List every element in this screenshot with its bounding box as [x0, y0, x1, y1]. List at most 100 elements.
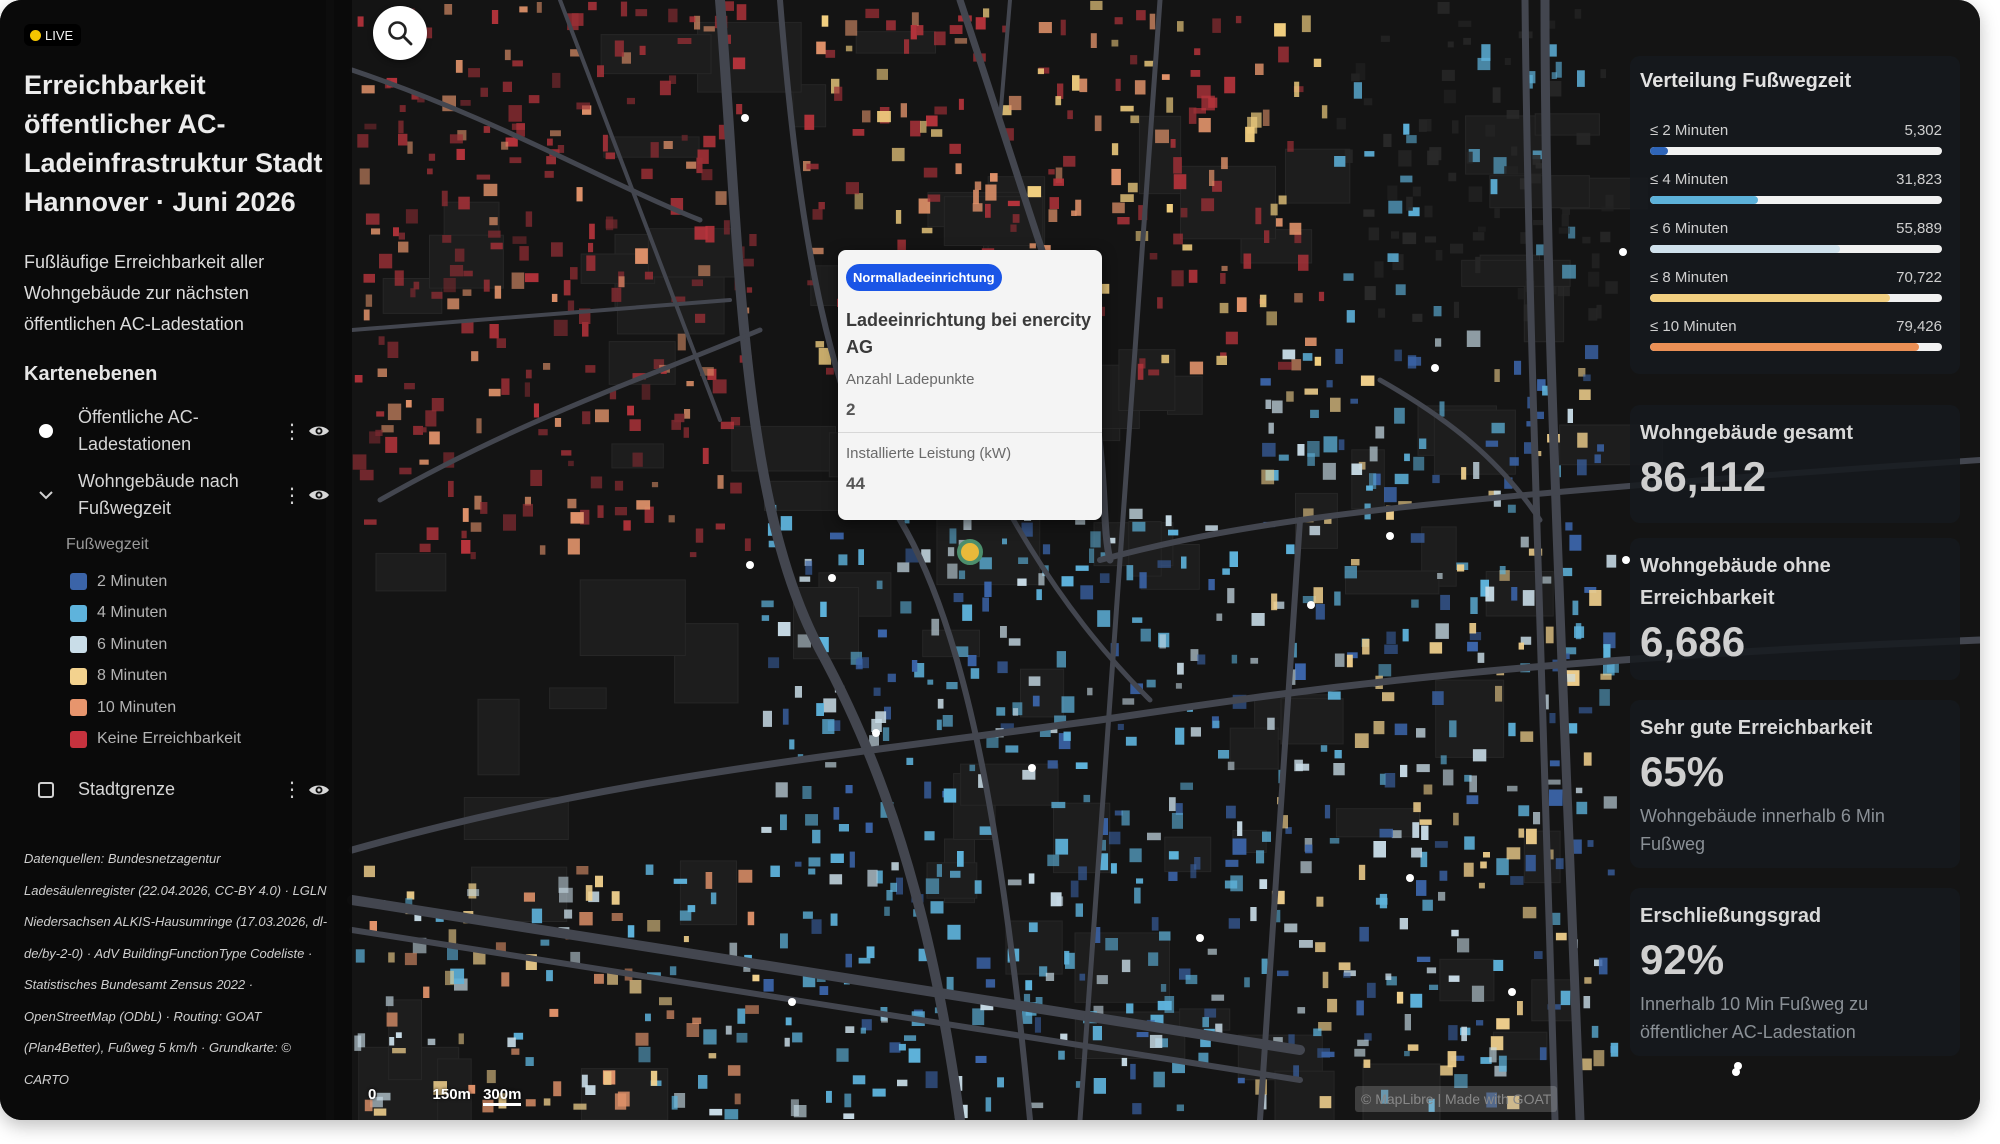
building [819, 986, 829, 995]
building [1360, 375, 1375, 386]
building [1561, 214, 1569, 227]
building [586, 255, 596, 271]
charging-station-dot [1508, 988, 1516, 996]
building [891, 147, 905, 162]
building [494, 285, 502, 299]
layer-row-city-boundary[interactable]: Stadtgrenze ⋮ [24, 776, 336, 803]
building [611, 287, 622, 302]
building [1411, 599, 1419, 608]
building [1504, 166, 1519, 175]
building [1295, 663, 1306, 680]
building [1278, 361, 1292, 370]
building [942, 715, 953, 727]
more-options-icon[interactable]: ⋮ [282, 777, 302, 802]
building [780, 516, 793, 531]
building [405, 400, 412, 408]
building [1463, 37, 1471, 45]
layer-row-buildings[interactable]: Wohngebäude nach Fußwegzeit ⋮ [24, 468, 336, 522]
power-label: Installierte Leistung (kW) [846, 445, 1012, 462]
distribution-bar-fill [1650, 343, 1920, 351]
building [865, 822, 873, 833]
chevron-down-icon[interactable] [24, 490, 68, 500]
more-options-icon[interactable]: ⋮ [282, 483, 302, 508]
building [1134, 80, 1146, 95]
building [812, 829, 821, 844]
building [381, 425, 394, 433]
building [1551, 72, 1557, 79]
building [1315, 604, 1325, 620]
building [792, 1032, 803, 1043]
charging-station-dot [746, 561, 754, 569]
building [1353, 82, 1362, 99]
building [1404, 453, 1410, 462]
building [1432, 691, 1444, 705]
legend-item: Keine Erreichbarkeit [70, 724, 241, 756]
building [1589, 590, 1602, 606]
building [581, 1074, 588, 1088]
building [540, 939, 550, 946]
building [1297, 444, 1305, 456]
distribution-bar [1650, 343, 1942, 351]
building [393, 227, 399, 237]
building [703, 26, 715, 32]
layer-row-charging-stations[interactable]: Öffentliche AC-Ladestationen ⋮ [24, 404, 336, 458]
building [1275, 218, 1283, 227]
building [365, 213, 380, 225]
building [1231, 654, 1238, 664]
building [946, 976, 954, 991]
building [1028, 873, 1035, 884]
building [1127, 182, 1138, 193]
building [1492, 87, 1501, 103]
building [1314, 356, 1322, 366]
building [852, 1075, 866, 1085]
distribution-row: ≤ 6 Minuten 55,889 [1650, 220, 1942, 253]
building [889, 1042, 901, 1053]
map-attribution[interactable]: © MapLibre | Made with GOAT [1355, 1086, 1558, 1112]
building [724, 1109, 739, 1120]
eye-icon[interactable] [302, 424, 336, 438]
building [1034, 1017, 1041, 1033]
eye-icon[interactable] [302, 488, 336, 502]
building [1443, 89, 1456, 104]
building [567, 538, 580, 555]
building [1594, 454, 1601, 464]
building [1582, 1058, 1592, 1071]
building [590, 476, 603, 489]
building [1083, 794, 1091, 803]
building [568, 460, 574, 467]
building [1294, 81, 1300, 97]
selected-station-marker[interactable] [957, 539, 983, 565]
building [1440, 755, 1447, 765]
scale-zero: 0 [368, 1086, 377, 1103]
building [1447, 1051, 1457, 1068]
building [444, 4, 453, 15]
building [855, 658, 863, 670]
building [886, 890, 893, 901]
building [822, 719, 835, 734]
building [715, 523, 725, 530]
building [579, 912, 593, 926]
building [1491, 422, 1505, 434]
checkbox[interactable] [38, 781, 54, 798]
eye-icon[interactable] [302, 783, 336, 797]
building [1038, 573, 1045, 586]
building [352, 454, 367, 470]
building [427, 168, 433, 175]
building [985, 203, 991, 218]
building [694, 226, 708, 240]
building [849, 851, 855, 868]
building [629, 419, 641, 431]
building [386, 1012, 398, 1027]
building [1519, 178, 1525, 190]
building [745, 1005, 759, 1014]
building [1334, 653, 1345, 667]
building [1378, 664, 1392, 677]
layer-label: Wohngebäude nach Fußwegzeit [78, 471, 239, 518]
building [1196, 85, 1211, 99]
building [1449, 720, 1457, 738]
more-options-icon[interactable]: ⋮ [282, 419, 302, 444]
building [1173, 233, 1183, 245]
search-button[interactable] [373, 6, 427, 60]
building [1343, 273, 1354, 281]
building [638, 1046, 651, 1063]
